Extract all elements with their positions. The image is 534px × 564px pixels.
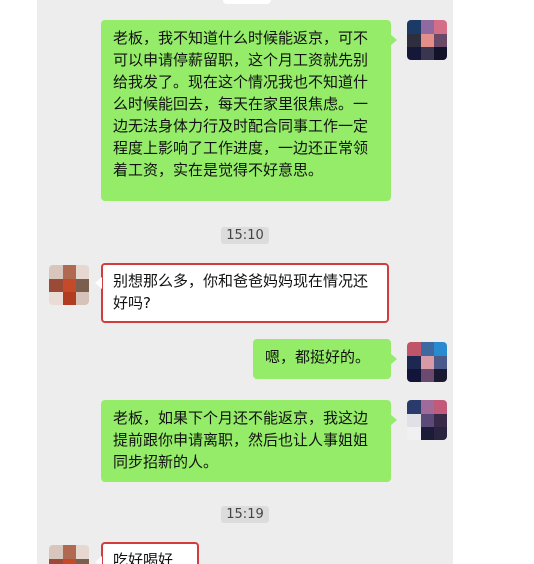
received-message[interactable]: 吃好喝好: [95, 542, 199, 564]
partial-message: [223, 0, 271, 4]
timestamp: 15:19: [37, 506, 453, 523]
self-avatar[interactable]: [407, 400, 447, 440]
self-avatar[interactable]: [407, 20, 447, 60]
chat-window: 老板，我不知道什么时候能返京，可不可以申请停薪留职，这个月工资就先别给我发了。现…: [37, 0, 453, 564]
contact-avatar[interactable]: [49, 265, 89, 305]
timestamp: 15:10: [37, 227, 453, 244]
sent-message[interactable]: 老板，如果下个月还不能返京，我这边提前跟你申请离职，然后也让人事姐姐同步招新的人…: [101, 400, 397, 482]
sent-message[interactable]: 老板，我不知道什么时候能返京，可不可以申请停薪留职，这个月工资就先别给我发了。现…: [101, 20, 397, 201]
contact-avatar[interactable]: [49, 545, 89, 564]
self-avatar[interactable]: [407, 342, 447, 382]
received-message[interactable]: 别想那么多，你和爸爸妈妈现在情况还好吗?: [95, 263, 389, 323]
sent-message[interactable]: 嗯，都挺好的。: [253, 339, 397, 379]
